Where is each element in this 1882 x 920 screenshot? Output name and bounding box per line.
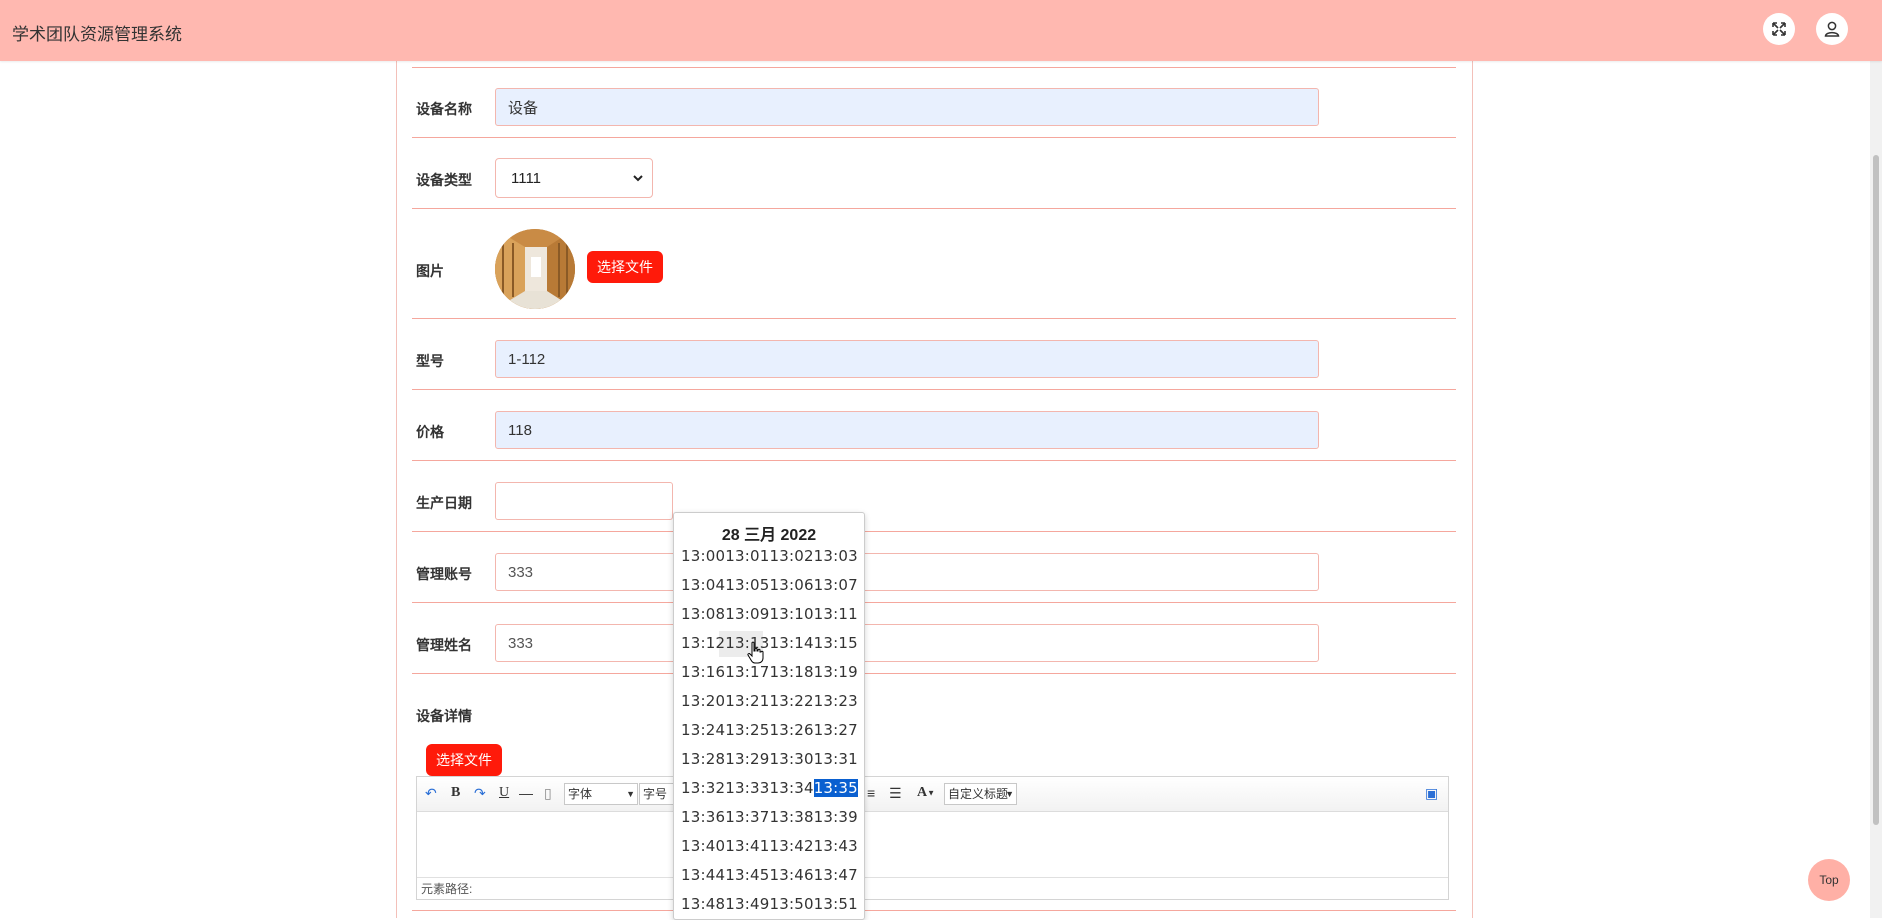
model-label: 型号 [416,353,444,369]
production-date-input[interactable] [495,482,673,520]
time-row[interactable]: 13:4813:4913:5013:51 [681,895,858,919]
device-type-label: 设备类型 [416,172,472,188]
user-icon [1824,21,1840,37]
font-color-icon[interactable]: A▼ [917,785,935,801]
custom-title-label: 自定义标题 [948,787,1009,801]
details-label: 设备详情 [416,708,472,724]
editor-toolbar: ↶ B ↷ U — ▯ 字体 ▼ 字号 ≡ ☰ A▼ 自定义标题 ▼ ▣ [417,777,1448,812]
time-row[interactable]: 13:1613:1713:1813:19 [681,663,858,692]
picker-date-title: 28 三月 2022 [721,527,817,544]
chevron-down-icon [633,175,643,182]
hand-cursor-icon [747,641,764,664]
user-button[interactable] [1816,13,1848,45]
app-title: 学术团队资源管理系统 [12,25,182,44]
image-choose-file-button[interactable]: 选择文件 [587,251,663,283]
custom-title-select[interactable]: 自定义标题 ▼ [944,783,1017,805]
time-row[interactable]: 13:2813:2913:3013:31 [681,750,858,779]
time-row[interactable]: 13:0813:0913:1013:11 [681,605,858,634]
undo-icon[interactable]: ↶ [425,785,437,802]
bold-icon[interactable]: B [451,785,460,801]
details-choose-file-button[interactable]: 选择文件 [426,744,502,776]
admin-account-label: 管理账号 [416,566,472,582]
price-input[interactable]: 118 [495,411,1319,449]
image-label: 图片 [416,263,444,279]
production-date-label: 生产日期 [416,495,472,511]
price-label: 价格 [416,424,444,440]
device-photo [495,229,575,309]
redo-icon[interactable]: ↷ [474,785,486,802]
datetime-picker-popup: 28 三月 2022 13:0013:0113:0213:03 13:0413:… [673,512,865,920]
element-path-bar: 元素路径: [417,877,1448,899]
blank-page-icon[interactable]: ▯ [544,785,552,802]
admin-name-input[interactable]: 333 [495,624,1319,662]
time-row-text: 13:1213:1313:1413:15 [681,634,858,652]
time-row-text: 13:3213:3313:34 [681,779,814,797]
time-row[interactable]: 13:0013:0113:0213:03 [681,547,858,576]
horizontal-rule-icon[interactable]: — [519,785,533,801]
font-family-label: 字体 [568,787,593,801]
time-row[interactable]: 13:4013:4113:4213:43 [681,837,858,866]
align-center-icon[interactable]: ≡ [867,785,875,801]
fullscreen-button[interactable] [1763,13,1795,45]
selected-time[interactable]: 13:35 [813,779,858,797]
time-row[interactable]: 13:3213:3313:3413:35 [681,779,858,808]
back-to-top-button[interactable]: Top [1808,859,1850,901]
font-size-label: 字号 [643,787,668,801]
device-name-label: 设备名称 [416,101,472,117]
time-row[interactable]: 13:2413:2513:2613:27 [681,721,858,750]
time-row[interactable]: 13:4413:4513:4613:47 [681,866,858,895]
scrollbar-thumb[interactable] [1873,155,1879,825]
dropdown-arrow-icon: ▼ [1005,789,1014,799]
device-type-value: 1111 [511,169,542,187]
time-row[interactable]: 13:1213:1313:1413:15 [681,631,858,663]
fullscreen-icon [1772,22,1786,36]
top-bar: 学术团队资源管理系统 [0,0,1882,61]
dropdown-arrow-icon: ▼ [626,789,635,799]
font-family-select[interactable]: 字体 ▼ [564,783,638,805]
align-justify-icon[interactable]: ☰ [889,785,902,802]
admin-account-input[interactable]: 333 [495,553,1319,591]
admin-name-label: 管理姓名 [416,637,472,653]
rich-text-editor: ↶ B ↷ U — ▯ 字体 ▼ 字号 ≡ ☰ A▼ 自定义标题 ▼ ▣ 元素路… [416,776,1449,900]
model-input[interactable]: 1-112 [495,340,1319,378]
device-image-thumbnail [495,229,575,309]
underline-icon[interactable]: U [499,785,509,801]
device-name-input[interactable]: 设备 [495,88,1319,126]
device-type-select[interactable]: 1111 [495,158,653,198]
time-row[interactable]: 13:2013:2113:2213:23 [681,692,858,721]
time-row[interactable]: 13:3613:3713:3813:39 [681,808,858,837]
time-row[interactable]: 13:0413:0513:0613:07 [681,576,858,605]
preview-icon[interactable]: ▣ [1425,785,1438,802]
